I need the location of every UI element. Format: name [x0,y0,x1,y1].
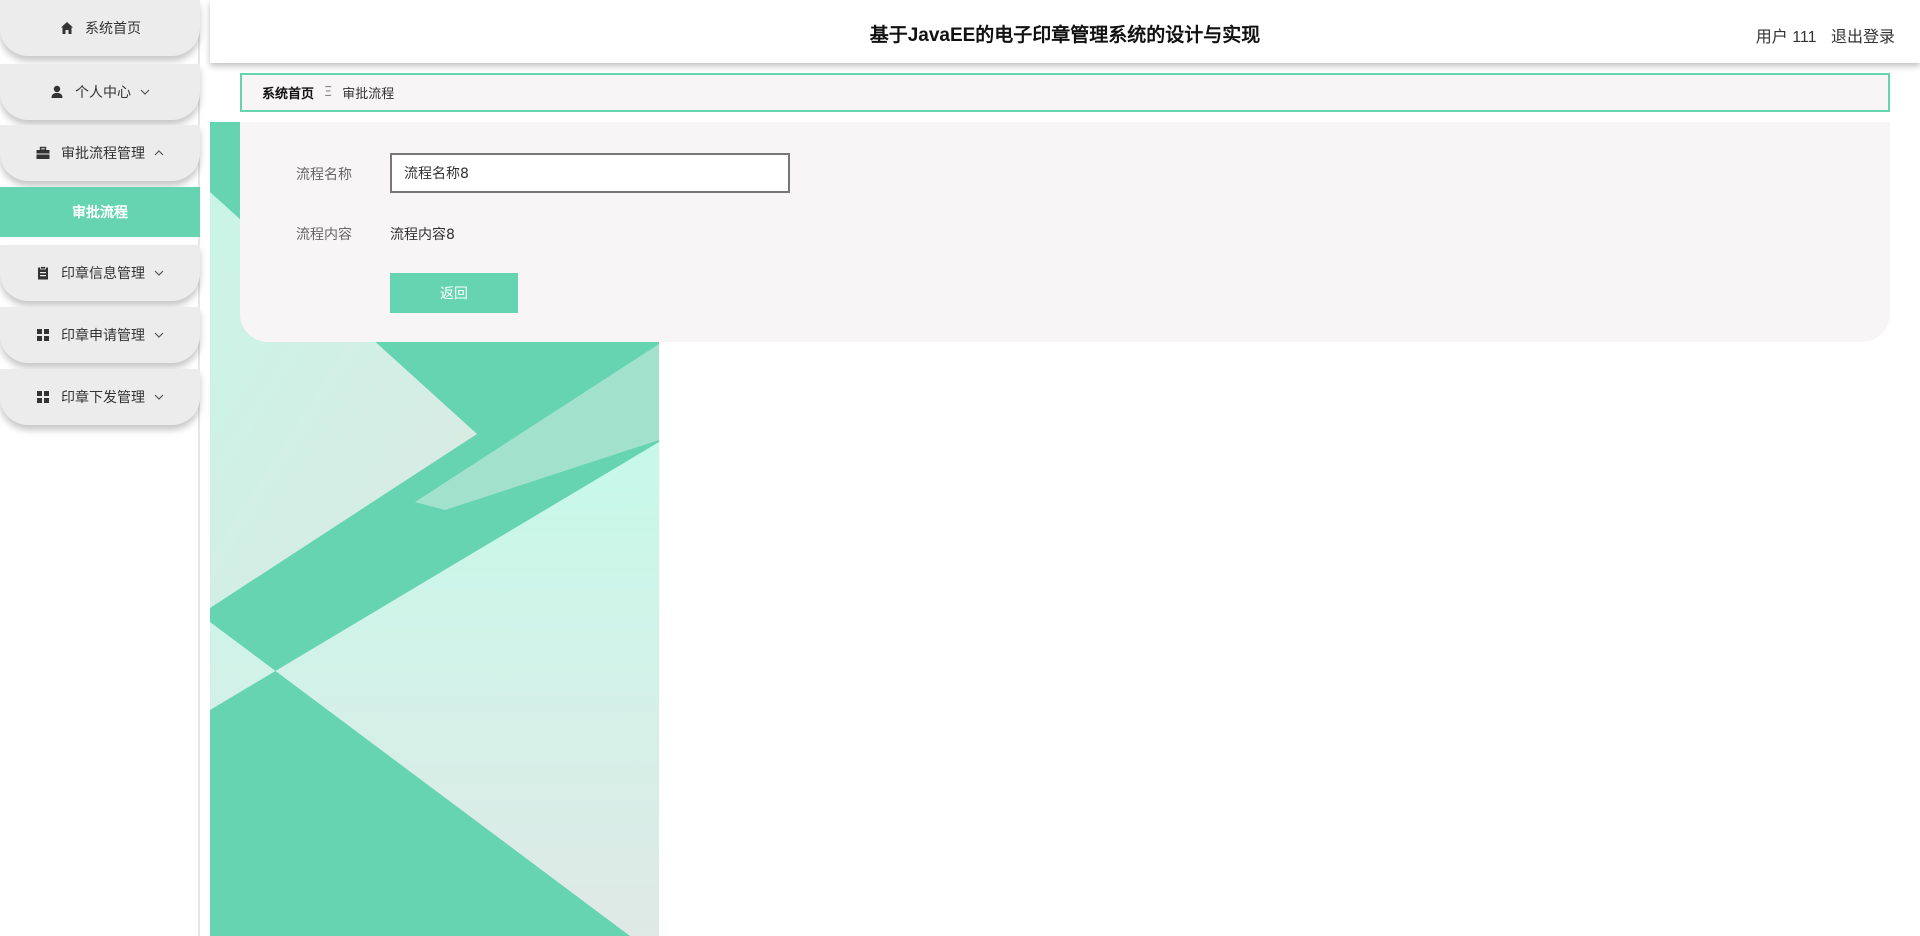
sidebar-item-label: 印章信息管理 [61,266,145,282]
breadcrumb-home[interactable]: 系统首页 [262,83,314,102]
username-label: 用户 111 [1755,29,1817,46]
home-icon [59,20,75,36]
sidebar-item-label: 个人中心 [75,85,131,101]
logout-link[interactable]: 退出登录 [1831,29,1895,46]
chevron-down-icon [153,391,165,403]
back-button[interactable]: 返回 [390,273,518,313]
breadcrumb-separator: Ξ [324,85,333,100]
user-area: 用户 111 退出登录 [1746,23,1895,47]
clipboard-icon [35,265,51,281]
sidebar-item-label: 印章申请管理 [61,328,145,344]
detail-form: 流程名称 流程内容 流程内容8 返回 [240,122,1890,342]
breadcrumb-current: 审批流程 [342,87,395,102]
grid-icon [35,389,51,405]
chevron-down-icon [153,267,165,279]
chevron-down-icon [153,329,165,341]
sidebar-item-approval[interactable]: 审批流程管理 [0,125,200,181]
user-icon [49,84,65,100]
content-value: 流程内容8 [390,227,455,243]
sidebar-item-label: 系统首页 [85,21,141,37]
sidebar-item-home[interactable]: 系统首页 [0,0,200,56]
chevron-down-icon [139,86,151,98]
content-label: 流程内容 [296,227,352,243]
name-field[interactable] [390,153,790,193]
sidebar-item-label: 审批流程管理 [61,146,145,162]
grid-icon [35,327,51,343]
sidebar-item-seal-issue[interactable]: 印章下发管理 [0,369,200,425]
sidebar: 系统首页 个人中心 审批流程管理 审批流程 印章信息管理 印章申请管理 印章下发… [0,0,200,936]
chevron-up-icon [153,147,165,159]
name-label: 流程名称 [296,167,352,183]
sidebar-subitem-approval-flow[interactable]: 审批流程 [0,187,200,237]
page-title: 基于JavaEE的电子印章管理系统的设计与实现 [869,25,1261,46]
sidebar-item-label: 印章下发管理 [61,390,145,406]
sidebar-item-personal[interactable]: 个人中心 [0,64,200,120]
briefcase-icon [35,145,51,161]
breadcrumb: 系统首页 Ξ 审批流程 [240,73,1890,112]
sidebar-item-seal-info[interactable]: 印章信息管理 [0,245,200,301]
sidebar-item-seal-apply[interactable]: 印章申请管理 [0,307,200,363]
top-header: 基于JavaEE的电子印章管理系统的设计与实现 用户 111 退出登录 [210,0,1920,63]
